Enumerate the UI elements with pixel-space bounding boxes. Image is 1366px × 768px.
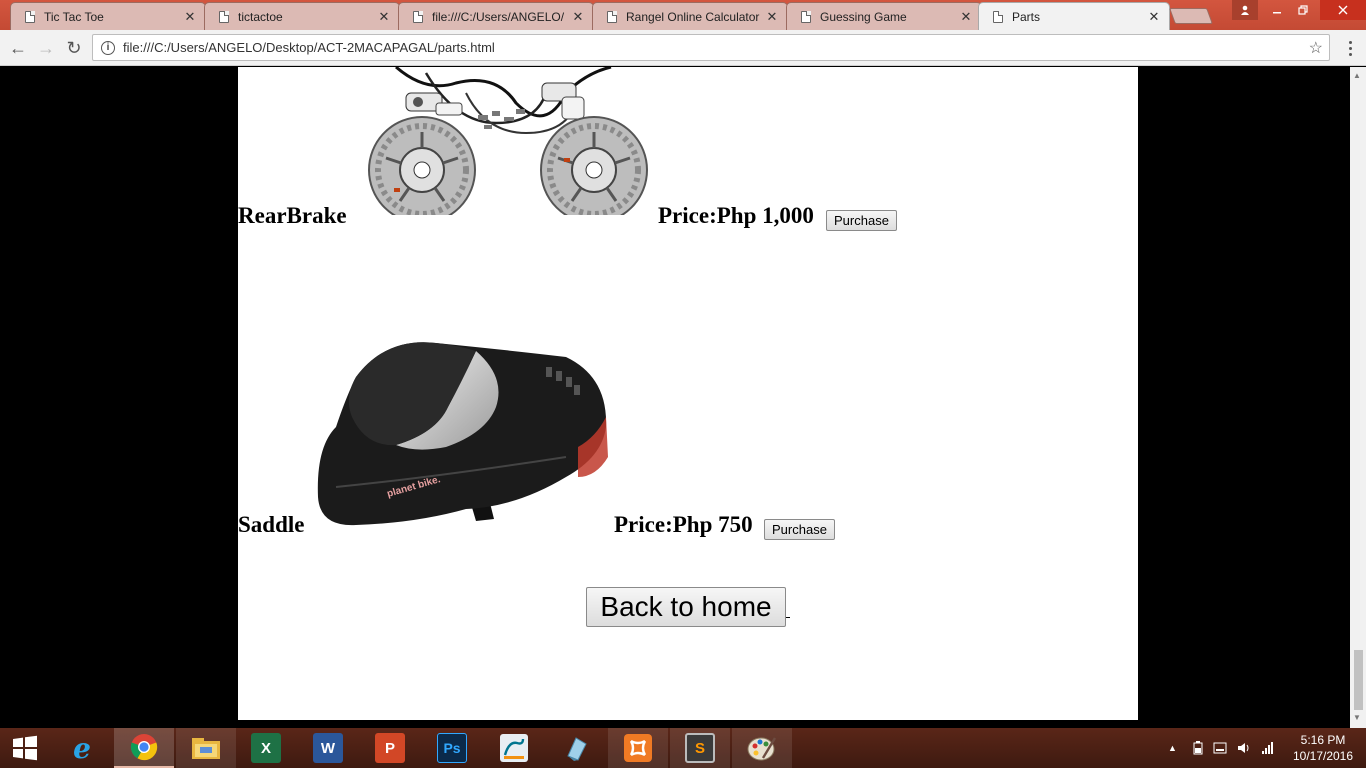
taskbar-chrome[interactable] — [114, 728, 174, 768]
internet-explorer-icon: e — [73, 731, 91, 765]
taskbar-internet-explorer[interactable]: e — [52, 728, 112, 768]
tab-title: tictactoe — [238, 9, 283, 24]
scroll-thumb[interactable] — [1354, 650, 1363, 710]
page-icon — [607, 10, 617, 23]
close-icon[interactable]: ✕ — [765, 9, 779, 25]
taskbar-word[interactable]: W — [298, 728, 358, 768]
xampp-icon — [624, 734, 652, 762]
forward-icon[interactable]: → — [34, 36, 58, 60]
word-icon: W — [313, 733, 343, 763]
volume-icon[interactable] — [1237, 741, 1251, 755]
start-button[interactable] — [0, 728, 50, 768]
new-tab-button[interactable] — [1169, 8, 1213, 24]
link-underline — [786, 617, 790, 618]
excel-icon: X — [251, 733, 281, 763]
show-hidden-icons[interactable]: ▲ — [1168, 743, 1177, 753]
close-icon[interactable]: ✕ — [959, 9, 973, 25]
keyboard-icon[interactable] — [1213, 742, 1227, 754]
taskbar-notepad-app[interactable] — [546, 728, 606, 768]
chrome-icon — [130, 734, 158, 761]
taskbar-powerpoint[interactable]: P — [360, 728, 420, 768]
taskbar-sublime-text[interactable]: S — [670, 728, 730, 768]
taskbar-photoshop[interactable]: Ps — [422, 728, 482, 768]
page-icon — [25, 10, 35, 23]
paint-icon — [747, 737, 777, 761]
tab-tictactoe[interactable]: tictactoe ✕ — [204, 2, 400, 30]
scroll-up-icon[interactable]: ▲ — [1353, 71, 1361, 80]
scroll-down-icon[interactable]: ▼ — [1353, 713, 1361, 722]
back-icon[interactable]: ← — [6, 36, 30, 60]
tab-title: Rangel Online Calculator — [626, 9, 760, 24]
tab-tic-tac-toe[interactable]: Tic Tac Toe ✕ — [10, 2, 206, 30]
page-icon — [219, 10, 229, 23]
browser-toolbar: ← → ↻ i file:///C:/Users/ANGELO/Desktop/… — [0, 30, 1366, 66]
tab-title: file:///C:/Users/ANGELO/ — [432, 9, 565, 24]
tab-title: Parts — [1012, 10, 1041, 24]
page-viewport: RearBrake Price:Php 1,000 Purchase plane… — [0, 67, 1350, 720]
tab-strip: Tic Tac Toe ✕ tictactoe ✕ file:///C:/Use… — [0, 0, 1366, 31]
url-text[interactable]: file:///C:/Users/ANGELO/Desktop/ACT-2MAC… — [123, 40, 1309, 55]
address-bar[interactable]: i file:///C:/Users/ANGELO/Desktop/ACT-2M… — [92, 34, 1330, 61]
system-clock[interactable]: 5:16 PM 10/17/2016 — [1290, 732, 1356, 764]
menu-icon[interactable] — [1340, 38, 1360, 58]
taskbar-paint[interactable] — [732, 728, 792, 768]
sublime-text-icon: S — [685, 733, 715, 763]
battery-icon[interactable] — [1193, 741, 1203, 755]
bookmark-star-icon[interactable]: ☆ — [1309, 38, 1323, 58]
restore-icon[interactable] — [1290, 0, 1316, 20]
purchase-button-rear-brake[interactable]: Purchase — [826, 210, 897, 231]
system-tray: ▲ — [1168, 728, 1275, 768]
close-icon[interactable]: ✕ — [183, 9, 197, 25]
page-icon — [801, 10, 811, 23]
close-icon[interactable]: ✕ — [377, 9, 391, 25]
minimize-icon[interactable] — [1264, 0, 1290, 20]
part-name-rear-brake: RearBrake — [238, 203, 347, 228]
tab-calculator[interactable]: Rangel Online Calculator ✕ — [592, 2, 788, 30]
page-icon — [413, 10, 423, 23]
tab-parts[interactable]: Parts ✕ — [978, 2, 1170, 31]
info-icon[interactable]: i — [101, 40, 115, 55]
taskbar-xampp[interactable] — [608, 728, 668, 768]
tab-file-url[interactable]: file:///C:/Users/ANGELO/ ✕ — [398, 2, 594, 30]
tab-guessing-game[interactable]: Guessing Game ✕ — [786, 2, 982, 30]
taskbar-excel[interactable]: X — [236, 728, 296, 768]
close-window-icon[interactable] — [1320, 0, 1366, 20]
user-icon[interactable] — [1232, 0, 1258, 20]
windows-taskbar: e X W P Ps S ▲ 5:16 PM 10/17/2016 — [0, 728, 1366, 768]
notepad-icon — [567, 737, 587, 761]
part-price-saddle: Price:Php 750 — [614, 512, 753, 537]
page-icon — [993, 11, 1003, 23]
close-icon[interactable]: ✕ — [1147, 9, 1161, 25]
parts-page: RearBrake Price:Php 1,000 Purchase plane… — [238, 67, 1138, 720]
powerpoint-icon: P — [375, 733, 405, 763]
tab-title: Tic Tac Toe — [44, 9, 104, 24]
purchase-button-saddle[interactable]: Purchase — [764, 519, 835, 540]
taskbar-file-explorer[interactable] — [176, 728, 236, 768]
photoshop-icon: Ps — [437, 733, 467, 763]
saddle-image: planet bike. — [317, 342, 608, 526]
page-scrollbar[interactable]: ▲ ▼ — [1350, 67, 1366, 728]
mysql-installer-icon — [500, 734, 528, 762]
windows-logo-icon — [13, 735, 37, 761]
tab-title: Guessing Game — [820, 9, 907, 24]
rear-brake-image — [368, 67, 648, 215]
back-to-home-button[interactable]: Back to home — [586, 587, 786, 627]
taskbar-mysql-installer[interactable] — [484, 728, 544, 768]
file-explorer-icon — [192, 738, 220, 759]
part-name-saddle: Saddle — [238, 512, 305, 537]
part-price-rear-brake: Price:Php 1,000 — [658, 203, 814, 228]
clock-time: 5:16 PM — [1300, 733, 1346, 747]
close-icon[interactable]: ✕ — [571, 9, 585, 25]
network-icon[interactable] — [1261, 741, 1275, 755]
reload-icon[interactable]: ↻ — [62, 36, 86, 60]
clock-date: 10/17/2016 — [1292, 749, 1354, 763]
